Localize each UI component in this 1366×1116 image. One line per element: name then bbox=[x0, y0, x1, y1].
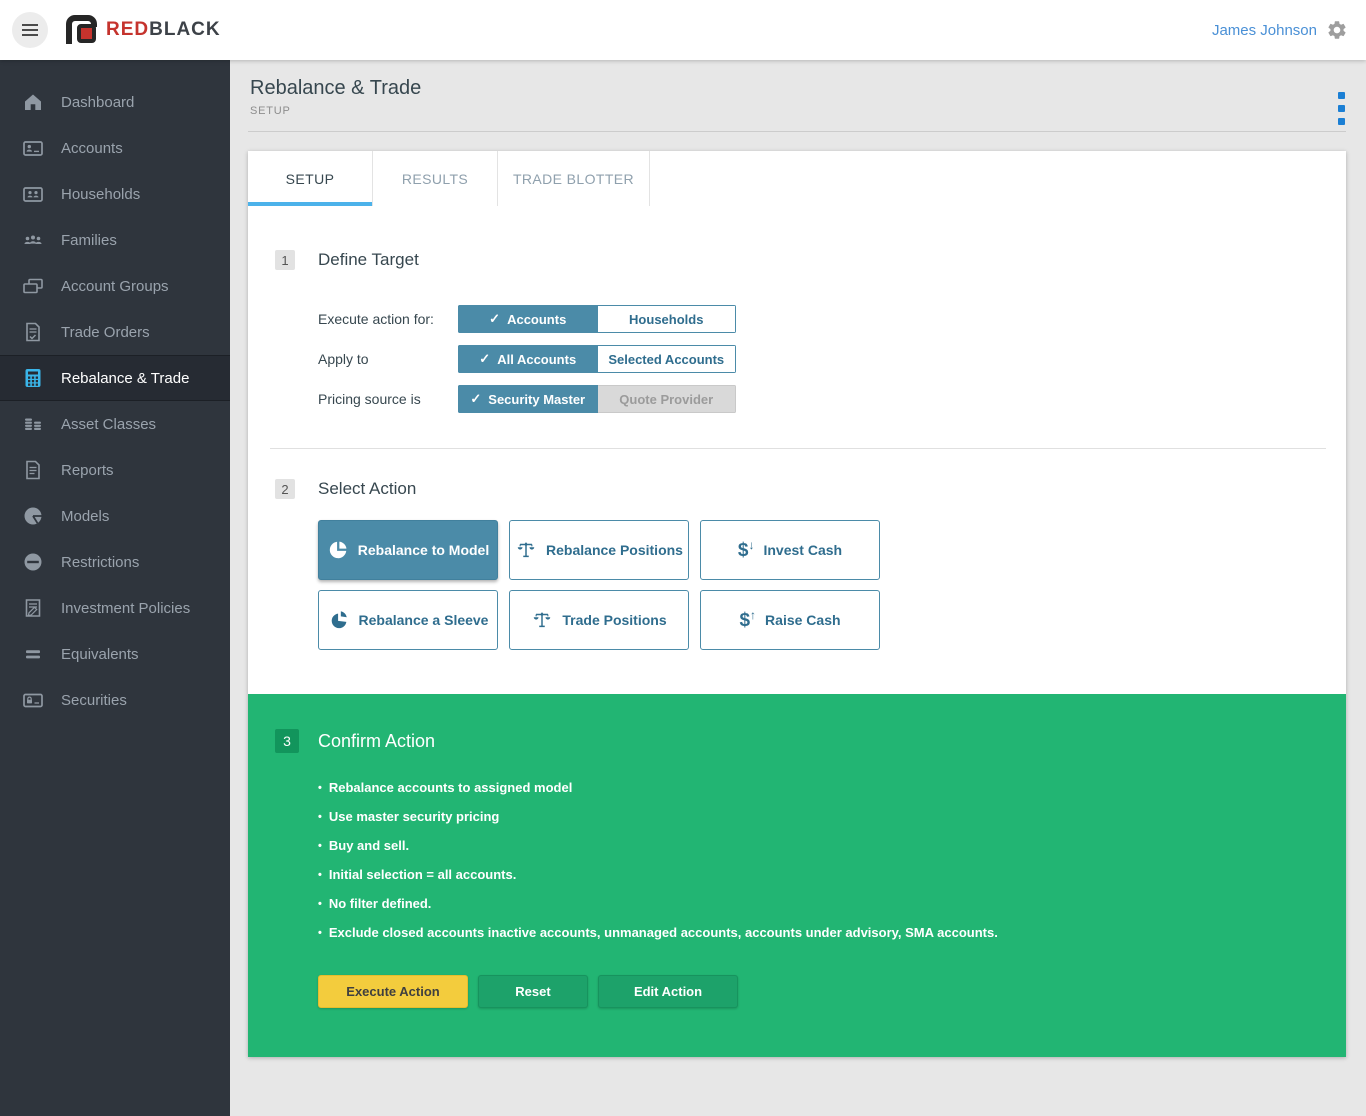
sidebar-item-families[interactable]: Families bbox=[0, 217, 230, 263]
tab-trade-blotter[interactable]: TRADE BLOTTER bbox=[498, 151, 650, 206]
step-1-badge: 1 bbox=[275, 250, 295, 270]
dollar-down-icon: $↓ bbox=[738, 541, 755, 560]
option-accounts[interactable]: ✓Accounts bbox=[458, 305, 598, 333]
option-security-master[interactable]: ✓Security Master bbox=[458, 385, 598, 413]
tab-bar: SETUP RESULTS TRADE BLOTTER bbox=[248, 151, 1346, 206]
brand-logo: REDBLACK bbox=[64, 13, 221, 47]
page-header: Rebalance & Trade SETUP bbox=[248, 60, 1346, 132]
main-content: Rebalance & Trade SETUP SETUP RESULTS TR… bbox=[230, 60, 1366, 1116]
action-grid: Rebalance to Model Rebalance Positions $… bbox=[248, 520, 1346, 694]
menu-button[interactable] bbox=[12, 12, 48, 48]
define-target-heading: Define Target bbox=[318, 250, 419, 270]
confirm-bullet: Use master security pricing bbox=[318, 803, 1346, 832]
action-invest-cash[interactable]: $↓ Invest Cash bbox=[700, 520, 880, 580]
confirm-bullet: Exclude closed accounts inactive account… bbox=[318, 919, 1346, 948]
sidebar-item-account-groups[interactable]: Account Groups bbox=[0, 263, 230, 309]
define-target-section: 1 Define Target Execute action for: ✓Acc… bbox=[248, 206, 1346, 413]
pie-chart-icon bbox=[327, 539, 349, 561]
step-2-badge: 2 bbox=[275, 479, 295, 499]
execute-action-for-row: Execute action for: ✓Accounts Households bbox=[318, 305, 1346, 333]
confirm-bullet: Initial selection = all accounts. bbox=[318, 861, 1346, 890]
kebab-menu-icon[interactable] bbox=[1338, 92, 1345, 125]
confirm-action-section: 3 Confirm Action Rebalance accounts to a… bbox=[248, 694, 1346, 1057]
sidebar-item-equivalents[interactable]: Equivalents bbox=[0, 631, 230, 677]
brand-text: REDBLACK bbox=[106, 19, 221, 41]
option-quote-provider[interactable]: Quote Provider bbox=[598, 385, 737, 413]
execute-action-button[interactable]: Execute Action bbox=[318, 975, 468, 1008]
no-entry-icon bbox=[21, 550, 45, 574]
select-action-heading: Select Action bbox=[318, 479, 416, 499]
sidebar-item-dashboard[interactable]: Dashboard bbox=[0, 79, 230, 125]
sidebar-item-households[interactable]: Households bbox=[0, 171, 230, 217]
option-households[interactable]: Households bbox=[598, 305, 737, 333]
sidebar-item-asset-classes[interactable]: Asset Classes bbox=[0, 401, 230, 447]
action-rebalance-positions[interactable]: Rebalance Positions bbox=[509, 520, 689, 580]
confirm-bullet: Buy and sell. bbox=[318, 832, 1346, 861]
edit-action-button[interactable]: Edit Action bbox=[598, 975, 738, 1008]
sidebar-item-securities[interactable]: Securities bbox=[0, 677, 230, 723]
page-subtitle: SETUP bbox=[250, 104, 1346, 119]
tab-results[interactable]: RESULTS bbox=[373, 151, 498, 206]
row-label: Pricing source is bbox=[318, 391, 458, 407]
select-action-section: 2 Select Action Rebalance to Model Rebal… bbox=[248, 449, 1346, 694]
account-card-icon bbox=[21, 136, 45, 160]
confirm-bullet: No filter defined. bbox=[318, 890, 1346, 919]
sidebar: Dashboard Accounts Households Families A… bbox=[0, 60, 230, 1116]
report-document-icon bbox=[21, 458, 45, 482]
household-card-icon bbox=[21, 182, 45, 206]
dollar-up-icon: $↑ bbox=[739, 611, 756, 630]
sidebar-item-restrictions[interactable]: Restrictions bbox=[0, 539, 230, 585]
secure-card-icon bbox=[21, 688, 45, 712]
page-title: Rebalance & Trade bbox=[250, 76, 1346, 100]
action-raise-cash[interactable]: $↑ Raise Cash bbox=[700, 590, 880, 650]
content-panel: SETUP RESULTS TRADE BLOTTER 1 Define Tar… bbox=[248, 151, 1346, 1057]
action-rebalance-to-model[interactable]: Rebalance to Model bbox=[318, 520, 498, 580]
confirm-bullet: Rebalance accounts to assigned model bbox=[318, 774, 1346, 803]
people-group-icon bbox=[21, 228, 45, 252]
apply-to-row: Apply to ✓All Accounts Selected Accounts bbox=[318, 345, 1346, 373]
pie-chart-icon bbox=[21, 504, 45, 528]
confirm-buttons-row: Execute Action Reset Edit Action bbox=[275, 975, 1346, 1008]
balance-scale-icon bbox=[531, 609, 553, 631]
sidebar-item-trade-orders[interactable]: Trade Orders bbox=[0, 309, 230, 355]
action-trade-positions[interactable]: Trade Positions bbox=[509, 590, 689, 650]
row-label: Apply to bbox=[318, 351, 458, 367]
sidebar-item-models[interactable]: Models bbox=[0, 493, 230, 539]
home-icon bbox=[21, 90, 45, 114]
apply-to-toggle: ✓All Accounts Selected Accounts bbox=[458, 345, 736, 373]
coin-stacks-icon bbox=[21, 412, 45, 436]
option-all-accounts[interactable]: ✓All Accounts bbox=[458, 345, 598, 373]
execute-for-toggle: ✓Accounts Households bbox=[458, 305, 736, 333]
sidebar-item-reports[interactable]: Reports bbox=[0, 447, 230, 493]
option-selected-accounts[interactable]: Selected Accounts bbox=[598, 345, 737, 373]
confirm-action-heading: Confirm Action bbox=[318, 731, 435, 752]
settings-gear-icon[interactable] bbox=[1326, 19, 1348, 41]
calculator-icon bbox=[21, 366, 45, 390]
check-icon: ✓ bbox=[470, 391, 481, 407]
equals-icon bbox=[21, 642, 45, 666]
balance-scale-icon bbox=[515, 539, 537, 561]
top-bar: REDBLACK James Johnson bbox=[0, 0, 1366, 60]
document-check-icon bbox=[21, 320, 45, 344]
tab-setup[interactable]: SETUP bbox=[248, 151, 373, 206]
user-menu[interactable]: James Johnson bbox=[1212, 22, 1317, 39]
row-label: Execute action for: bbox=[318, 311, 458, 327]
confirm-summary-list: Rebalance accounts to assigned model Use… bbox=[275, 774, 1346, 948]
pricing-source-toggle: ✓Security Master Quote Provider bbox=[458, 385, 736, 413]
check-icon: ✓ bbox=[489, 311, 500, 327]
redblack-logo-icon bbox=[64, 13, 98, 47]
reset-button[interactable]: Reset bbox=[478, 975, 588, 1008]
policy-document-icon bbox=[21, 596, 45, 620]
sidebar-item-investment-policies[interactable]: Investment Policies bbox=[0, 585, 230, 631]
sidebar-item-rebalance-trade[interactable]: Rebalance & Trade bbox=[0, 355, 230, 401]
action-rebalance-a-sleeve[interactable]: Rebalance a Sleeve bbox=[318, 590, 498, 650]
step-3-badge: 3 bbox=[275, 729, 299, 753]
pie-slice-icon bbox=[328, 609, 350, 631]
sidebar-item-accounts[interactable]: Accounts bbox=[0, 125, 230, 171]
stacked-cards-icon bbox=[21, 274, 45, 298]
check-icon: ✓ bbox=[479, 351, 490, 367]
pricing-source-row: Pricing source is ✓Security Master Quote… bbox=[318, 385, 1346, 413]
